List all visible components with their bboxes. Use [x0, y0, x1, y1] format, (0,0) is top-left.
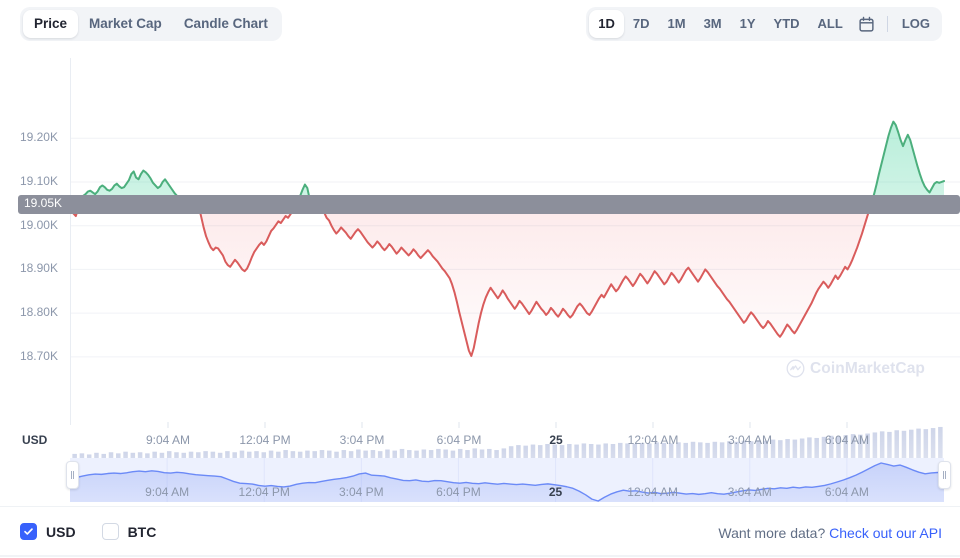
currency-toggles: USD BTC: [20, 523, 156, 540]
navigator-tick-label: 6:04 PM: [436, 485, 481, 499]
range-1d[interactable]: 1D: [589, 10, 624, 38]
tab-market-cap[interactable]: Market Cap: [78, 10, 173, 38]
y-tick-label: 19.10K: [19, 173, 58, 188]
navigator-tick-label: 3:04 PM: [338, 485, 384, 499]
api-link[interactable]: Check out our API: [829, 525, 942, 541]
navigator-tick-label: 9:04 AM: [145, 485, 190, 499]
price-area-fill: [71, 121, 944, 357]
navigator-tick-label: 3:04 AM: [727, 485, 772, 499]
currency-option-usd[interactable]: USD: [20, 523, 76, 540]
api-prompt-text: Want more data?: [718, 525, 826, 541]
y-axis-labels: 19.20K 19.10K 19.00K 18.90K 18.80K 18.70K: [0, 50, 68, 380]
current-price-badge: 19.05K: [18, 194, 960, 214]
x-tick-label: 9:04 AM: [145, 433, 191, 447]
range-7d[interactable]: 7D: [624, 10, 659, 38]
y-tick-label: 18.80K: [19, 305, 58, 320]
chart-type-tabs: Price Market Cap Candle Chart: [20, 7, 282, 41]
x-tick-label: 25: [549, 433, 563, 447]
navigator-tick-label: 12:04 PM: [238, 485, 290, 499]
x-tick-label: 12:04 AM: [627, 433, 679, 447]
usd-checkbox[interactable]: [20, 523, 37, 540]
range-all[interactable]: ALL: [809, 10, 852, 38]
check-icon: [24, 528, 33, 535]
calendar-icon: [859, 16, 874, 32]
currency-option-btc[interactable]: BTC: [101, 523, 157, 540]
range-1m[interactable]: 1M: [659, 10, 695, 38]
range-ytd[interactable]: YTD: [765, 10, 809, 38]
chart-navigator[interactable]: 9:04 AM 12:04 PM 3:04 PM 6:04 PM 25 12:04 AM 3…: [0, 455, 960, 505]
navigator-tick-label: 6:04 AM: [824, 485, 869, 499]
x-tick-label: 3:04 PM: [339, 433, 385, 447]
usd-label: USD: [46, 523, 76, 540]
navigator-handle-left[interactable]: [66, 461, 79, 489]
calendar-button[interactable]: [852, 10, 882, 38]
x-tick-label: 6:04 AM: [824, 433, 870, 447]
range-1y[interactable]: 1Y: [731, 10, 765, 38]
toolbar-divider: [886, 16, 888, 32]
navigator-tick-label: 25: [548, 485, 563, 499]
btc-label: BTC: [127, 523, 157, 540]
y-tick-label: 18.90K: [19, 261, 58, 276]
x-tick-label: 6:04 PM: [436, 433, 482, 447]
tab-price[interactable]: Price: [23, 10, 79, 38]
btc-checkbox[interactable]: [101, 523, 119, 540]
y-tick-label: 19.00K: [19, 217, 58, 232]
x-tick-label: 12:04 PM: [239, 433, 291, 447]
navigator-tick-label: 12:04 AM: [627, 485, 679, 499]
log-scale-toggle[interactable]: LOG: [893, 10, 939, 38]
api-note: Want more data? Check out our API: [718, 525, 942, 541]
x-tick-label: 3:04 AM: [727, 433, 773, 447]
time-range-tabs: 1D 7D 1M 3M 1Y YTD ALL LOG: [586, 7, 942, 41]
chart-toolbar: Price Market Cap Candle Chart 1D 7D 1M 3…: [0, 0, 960, 50]
range-3m[interactable]: 3M: [695, 10, 731, 38]
y-tick-label: 19.20K: [19, 130, 58, 145]
price-chart[interactable]: 19.20K 19.10K 19.00K 18.90K 18.80K 18.70K 19.…: [0, 50, 960, 505]
chart-footer: USD BTC Want more data? Check out our AP…: [0, 506, 960, 558]
navigator-handle-right[interactable]: [938, 461, 951, 489]
y-tick-label: 18.70K: [19, 348, 58, 363]
tab-candle-chart[interactable]: Candle Chart: [173, 10, 279, 38]
x-axis-labels: 9:04 AM 12:04 PM 3:04 PM 6:04 PM 25 12:04 AM 3…: [0, 433, 960, 455]
